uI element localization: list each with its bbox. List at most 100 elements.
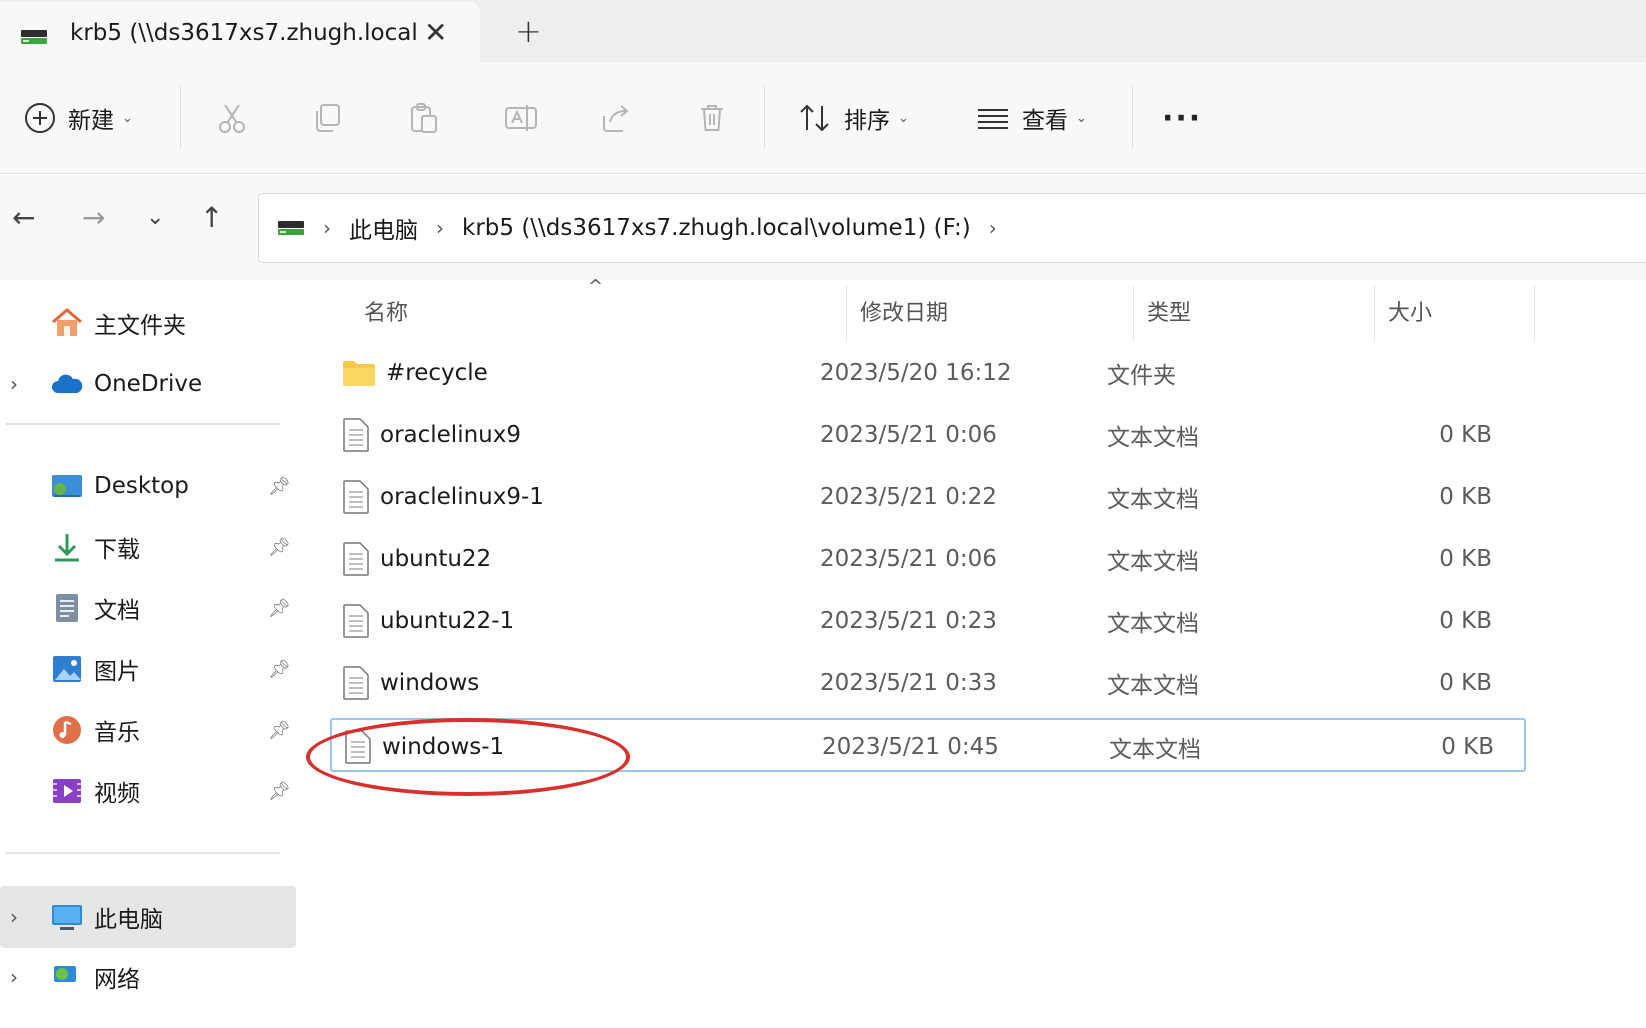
column-header-type[interactable]: 类型 [1147, 280, 1191, 342]
file-explorer-window: krb5 (\\ds3617xs7.zhugh.local ✕ + 新建 ⌄ 排… [0, 0, 1646, 1028]
file-name-cell: oraclelinux9-1 [342, 470, 544, 524]
column-header-size[interactable]: 大小 [1388, 280, 1432, 342]
column-divider[interactable] [1374, 286, 1375, 342]
network-drive-icon [21, 30, 47, 44]
share-icon [603, 105, 629, 132]
table-row[interactable]: oraclelinux9-1 2023/5/21 0:22 文本文档 0 KB [330, 470, 1526, 524]
column-header-label: 类型 [1147, 301, 1192, 326]
column-header-name[interactable]: 名称 [364, 280, 408, 342]
file-size: 0 KB [1439, 670, 1492, 696]
delete-button[interactable] [696, 62, 728, 174]
plus-circle-icon [25, 103, 55, 133]
breadcrumb-drive[interactable]: krb5 (\\ds3617xs7.zhugh.local\volume1) (… [462, 215, 971, 241]
back-button[interactable]: ← [12, 201, 35, 234]
navigation-pane: 主文件夹 › OneDrive Desktop 📌︎ 下载 � [0, 280, 300, 1028]
sidebar-item-home[interactable]: 主文件夹 [0, 292, 296, 354]
file-type: 文本文档 [1107, 425, 1199, 451]
file-name: oraclelinux9-1 [380, 484, 544, 510]
folder-icon [343, 361, 375, 386]
sidebar-divider [6, 852, 280, 854]
file-name: ubuntu22-1 [380, 608, 515, 634]
music-icon [53, 716, 81, 744]
sidebar-item-label: OneDrive [94, 371, 203, 397]
sidebar-item-pictures[interactable]: 图片 📌︎ [0, 638, 296, 700]
sidebar-item-downloads[interactable]: 下载 📌︎ [0, 516, 296, 578]
file-size: 0 KB [1439, 422, 1492, 448]
paste-button[interactable] [408, 62, 440, 174]
text-file-icon [343, 604, 369, 638]
picture-icon [53, 656, 81, 682]
rename-button[interactable] [504, 62, 538, 174]
sidebar-item-network[interactable]: › 网络 [0, 946, 296, 1008]
sidebar-item-label: 网络 [94, 967, 140, 993]
cut-button[interactable] [216, 62, 248, 174]
file-name-cell: #recycle [342, 346, 488, 400]
file-list: ^ 名称 修改日期 类型 大小 #recycle 2023/5/20 16:12 文… [300, 276, 1646, 1028]
close-icon[interactable]: ✕ [424, 16, 447, 49]
computer-icon [52, 905, 82, 930]
new-button[interactable]: 新建 ⌄ [24, 62, 133, 174]
recent-locations-button[interactable]: ⌄ [146, 205, 164, 230]
new-tab-button[interactable]: + [515, 12, 542, 50]
sort-label: 排序 [844, 108, 890, 134]
copy-button[interactable] [312, 62, 344, 174]
document-icon [56, 594, 78, 622]
chevron-down-icon: ⌄ [898, 110, 909, 126]
pin-icon[interactable]: 📌︎ [268, 537, 291, 558]
table-row[interactable]: oraclelinux9 2023/5/21 0:06 文本文档 0 KB [330, 408, 1526, 462]
pin-icon[interactable]: 📌︎ [268, 476, 291, 497]
file-name: windows [380, 670, 480, 696]
tab-krb5[interactable]: krb5 (\\ds3617xs7.zhugh.local ✕ [0, 2, 480, 64]
file-name-cell: windows-1 [344, 720, 504, 774]
chevron-right-icon[interactable]: › [10, 372, 18, 396]
more-options-button[interactable]: ··· [1162, 62, 1202, 174]
trash-icon [701, 105, 723, 131]
sidebar-item-music[interactable]: 音乐 📌︎ [0, 699, 296, 761]
table-row[interactable]: ubuntu22-1 2023/5/21 0:23 文本文档 0 KB [330, 594, 1526, 648]
chevron-right-icon[interactable]: › [989, 216, 997, 240]
sidebar-item-documents[interactable]: 文档 📌︎ [0, 577, 296, 639]
sidebar-item-this-pc[interactable]: › 此电脑 [0, 886, 296, 948]
sidebar-item-onedrive[interactable]: › OneDrive [0, 353, 296, 415]
pin-icon[interactable]: 📌︎ [268, 720, 291, 741]
column-header-label: 大小 [1388, 301, 1433, 326]
chevron-right-icon[interactable]: › [323, 216, 331, 240]
pin-icon[interactable]: 📌︎ [268, 781, 291, 802]
column-divider[interactable] [846, 286, 847, 342]
breadcrumb-this-pc[interactable]: 此电脑 [349, 211, 418, 245]
file-name: ubuntu22 [380, 546, 492, 572]
address-bar[interactable]: › 此电脑 › krb5 (\\ds3617xs7.zhugh.local\vo… [258, 193, 1646, 263]
table-row[interactable]: #recycle 2023/5/20 16:12 文件夹 [330, 346, 1526, 400]
sidebar-item-label: 下载 [94, 537, 140, 563]
file-size: 0 KB [1439, 546, 1492, 572]
file-modified-date: 2023/5/21 0:45 [822, 734, 999, 760]
command-bar: 新建 ⌄ 排序 ⌄ 查看 ⌄ ··· [0, 62, 1646, 174]
text-file-icon [343, 666, 369, 700]
chevron-right-icon[interactable]: › [10, 905, 18, 929]
column-divider[interactable] [1133, 286, 1134, 342]
column-divider[interactable] [1534, 286, 1535, 342]
chevron-right-icon[interactable]: › [10, 965, 18, 989]
file-size [1290, 346, 1500, 400]
share-button[interactable] [600, 62, 632, 174]
sort-button[interactable]: 排序 ⌄ [798, 62, 909, 174]
file-modified-date: 2023/5/21 0:33 [820, 670, 997, 696]
toolbar-divider [764, 86, 765, 148]
forward-button[interactable]: → [82, 201, 105, 234]
view-button[interactable]: 查看 ⌄ [976, 62, 1087, 174]
text-file-icon [345, 730, 371, 764]
up-button[interactable]: ↑ [200, 201, 223, 234]
sidebar-item-desktop[interactable]: Desktop 📌︎ [0, 455, 296, 517]
table-row[interactable]: ubuntu22 2023/5/21 0:06 文本文档 0 KB [330, 532, 1526, 586]
file-size: 0 KB [1441, 734, 1494, 760]
pin-icon[interactable]: 📌︎ [268, 659, 291, 680]
sidebar-item-label: 文档 [94, 598, 140, 624]
file-size: 0 KB [1439, 608, 1492, 634]
table-row[interactable]: windows-1 2023/5/21 0:45 文本文档 0 KB [330, 718, 1526, 772]
table-row[interactable]: windows 2023/5/21 0:33 文本文档 0 KB [330, 656, 1526, 710]
sidebar-item-videos[interactable]: 视频 📌︎ [0, 760, 296, 822]
chevron-right-icon[interactable]: › [436, 216, 444, 240]
chevron-down-icon: ⌄ [122, 110, 133, 126]
column-header-date[interactable]: 修改日期 [860, 280, 948, 342]
pin-icon[interactable]: 📌︎ [268, 598, 291, 619]
